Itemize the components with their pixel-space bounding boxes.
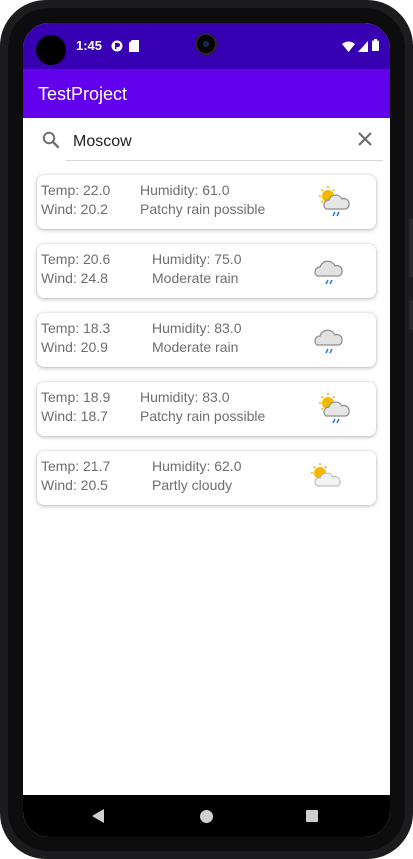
search-underline xyxy=(66,160,383,161)
wifi-icon xyxy=(342,39,355,57)
condition-label: Patchy rain possible xyxy=(140,201,266,217)
wind-label: Wind: 24.8 xyxy=(41,270,108,286)
home-icon[interactable] xyxy=(200,810,213,823)
status-time: 1:45 xyxy=(76,38,103,53)
forecast-card[interactable]: Temp: 20.6 Wind: 24.8 Humidity: 75.0 Mod… xyxy=(37,244,376,298)
app-title: TestProject xyxy=(38,84,128,104)
condition-label: Moderate rain xyxy=(152,339,239,355)
forecast-card[interactable]: Temp: 18.9 Wind: 18.7 Humidity: 83.0 Pat… xyxy=(37,382,376,436)
punch-hole xyxy=(36,35,66,65)
humidity-label: Humidity: 83.0 xyxy=(152,320,242,336)
sun-cloud-rain-icon xyxy=(317,392,353,426)
front-camera xyxy=(195,33,217,55)
temp-label: Temp: 22.0 xyxy=(41,182,111,198)
wind-label: Wind: 18.7 xyxy=(41,408,108,424)
temp-label: Temp: 18.9 xyxy=(41,389,111,405)
close-icon[interactable] xyxy=(357,131,373,147)
back-icon[interactable] xyxy=(92,809,106,828)
humidity-label: Humidity: 83.0 xyxy=(140,389,230,405)
humidity-label: Humidity: 75.0 xyxy=(152,251,242,267)
condition-label: Partly cloudy xyxy=(152,477,233,493)
recents-icon[interactable] xyxy=(306,810,318,822)
temp-label: Temp: 20.6 xyxy=(41,251,111,267)
volume-button xyxy=(409,218,413,278)
search-input[interactable] xyxy=(66,125,366,159)
forecast-card[interactable]: Temp: 18.3 Wind: 20.9 Humidity: 83.0 Mod… xyxy=(37,313,376,367)
phone-frame: 1:45 TestProject Moscow Temp: 22.0 Wind:… xyxy=(0,0,413,859)
temp-label: Temp: 18.3 xyxy=(41,320,111,336)
status-bar: 1:45 xyxy=(23,23,390,69)
search-icon[interactable] xyxy=(41,130,61,150)
navigation-bar xyxy=(23,795,390,837)
power-button xyxy=(409,300,413,330)
sun-cloud-rain-icon xyxy=(317,185,353,219)
wind-label: Wind: 20.2 xyxy=(41,201,108,217)
forecast-card[interactable]: Temp: 21.7 Wind: 20.5 Humidity: 62.0 Par… xyxy=(37,451,376,505)
screen: 1:45 TestProject Moscow Temp: 22.0 Wind:… xyxy=(23,23,390,837)
app-bar: TestProject xyxy=(23,69,390,118)
notification-icon xyxy=(111,39,123,57)
cellular-signal-icon xyxy=(358,39,368,57)
wind-label: Wind: 20.9 xyxy=(41,339,108,355)
forecast-card[interactable]: Temp: 22.0 Wind: 20.2 Humidity: 61.0 Pat… xyxy=(37,175,376,229)
search-bar xyxy=(23,118,390,166)
humidity-label: Humidity: 62.0 xyxy=(152,458,242,474)
wind-label: Wind: 20.5 xyxy=(41,477,108,493)
cloud-rain-icon xyxy=(312,323,348,357)
sd-card-icon xyxy=(129,39,140,57)
battery-icon xyxy=(372,38,379,56)
condition-label: Moderate rain xyxy=(152,270,239,286)
humidity-label: Humidity: 61.0 xyxy=(140,182,230,198)
condition-label: Patchy rain possible xyxy=(140,408,266,424)
temp-label: Temp: 21.7 xyxy=(41,458,111,474)
partly-cloudy-icon xyxy=(308,461,344,495)
cloud-rain-icon xyxy=(312,254,348,288)
